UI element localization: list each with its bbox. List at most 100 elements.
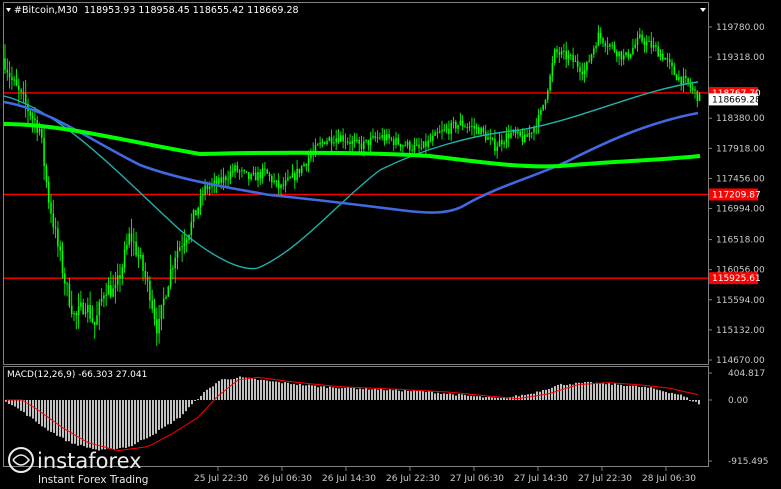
candle-body	[406, 141, 409, 146]
candle-body	[275, 180, 278, 182]
macd-histogram-bar	[101, 399, 103, 450]
level-price-label: 115925.61	[712, 274, 761, 284]
candle-body	[344, 141, 347, 143]
candle-body	[441, 130, 443, 132]
candle-body	[245, 171, 248, 173]
macd-histogram-bar	[596, 382, 598, 400]
candle-body	[510, 132, 512, 138]
candle-body	[351, 140, 354, 144]
macd-histogram-bar	[398, 390, 400, 400]
macd-histogram-bar	[620, 384, 622, 400]
candle-body	[563, 50, 565, 52]
candle-body	[160, 305, 163, 319]
macd-histogram-bar	[425, 392, 427, 400]
candle-body	[425, 141, 427, 147]
macd-histogram-bar	[377, 389, 379, 400]
macd-histogram-bar	[563, 384, 565, 400]
macd-histogram-bar	[53, 399, 55, 433]
candle-body	[418, 144, 420, 148]
macd-histogram-bar	[362, 389, 364, 400]
macd-tick-label: 0.00	[728, 396, 748, 406]
candle-body	[179, 247, 181, 251]
candle-body	[404, 145, 406, 147]
candle-body	[70, 305, 73, 315]
candle-body	[225, 176, 227, 181]
candle-body	[333, 142, 335, 144]
macd-histogram-bar	[281, 383, 283, 400]
candle-body	[87, 304, 89, 313]
candle-body	[176, 250, 179, 258]
symbol-label: #Bitcoin,M30	[14, 5, 78, 16]
macd-histogram-bar	[605, 384, 607, 400]
candle-body	[668, 59, 671, 63]
time-tick-label: 26 Jul 22:30	[386, 474, 440, 484]
candle-body	[243, 170, 245, 172]
candle-body	[346, 141, 349, 143]
macd-histogram-bar	[158, 399, 160, 430]
macd-histogram-bar	[482, 397, 484, 400]
candle-body	[24, 93, 27, 104]
candle-body	[593, 48, 595, 55]
trading-chart[interactable]: #Bitcoin,M30 118953.93 118958.45 118655.…	[0, 0, 781, 489]
candle-body	[259, 172, 262, 179]
price-tick-label: 117918.00	[716, 144, 765, 154]
candle-body	[206, 185, 209, 190]
macd-histogram-bar	[488, 396, 490, 400]
macd-histogram-bar	[371, 389, 373, 400]
macd-histogram-bar	[446, 393, 448, 400]
macd-histogram-bar	[131, 399, 133, 447]
candle-body	[367, 139, 370, 146]
price-tick-label: 118380.00	[716, 114, 765, 124]
macd-histogram-bar	[407, 390, 409, 400]
candle-body	[420, 147, 423, 149]
candle-body	[434, 132, 436, 136]
macd-histogram-bar	[515, 395, 517, 400]
macd-histogram-bar	[380, 388, 382, 400]
macd-histogram-bar	[614, 383, 616, 400]
macd-histogram-bar	[695, 399, 697, 402]
dropdown-triangle-icon[interactable]	[6, 8, 11, 12]
candle-body	[365, 139, 367, 142]
macd-histogram-bar	[479, 396, 481, 400]
macd-histogram-bar	[143, 399, 145, 440]
candle-body	[319, 142, 321, 145]
candle-body	[261, 168, 264, 179]
candle-body	[294, 173, 296, 181]
macd-histogram-bar	[383, 390, 385, 400]
candle-body	[590, 54, 593, 62]
candle-body	[397, 137, 400, 145]
current-price-label: 118669.28	[712, 95, 761, 105]
macd-histogram-bar	[314, 385, 316, 400]
candle-body	[471, 126, 473, 128]
macd-histogram-bar	[110, 399, 112, 449]
macd-histogram-bar	[557, 384, 559, 400]
macd-axis: 404.817 0.00 -915.495	[708, 369, 768, 467]
candle-body	[220, 177, 222, 183]
candle-body	[222, 176, 225, 183]
candle-body	[432, 135, 434, 141]
macd-histogram-bar	[497, 397, 499, 400]
candle-body	[519, 131, 521, 136]
macd-histogram-bar	[17, 399, 19, 409]
macd-histogram-bar	[62, 399, 64, 438]
candle-body	[648, 40, 650, 42]
macd-histogram-bar	[299, 383, 301, 400]
candle-body	[284, 179, 287, 186]
scroll-arrow-icon[interactable]	[700, 8, 706, 12]
macd-histogram-bar	[374, 388, 376, 400]
candle-body	[323, 142, 326, 145]
candle-body	[133, 241, 135, 243]
candle-body	[556, 49, 558, 53]
macd-histogram-bar	[320, 386, 322, 400]
macd-histogram-bar	[593, 383, 595, 400]
candle-body	[105, 294, 107, 296]
candle-body	[165, 296, 167, 299]
macd-histogram-bar	[11, 399, 13, 406]
candle-body	[524, 134, 526, 142]
instaforex-logo: instaforex Instant Forex Trading	[8, 447, 148, 486]
candle-body	[595, 45, 597, 49]
candle-body	[254, 172, 257, 181]
candle-body	[503, 142, 505, 145]
candle-body	[381, 135, 383, 138]
candle-body	[266, 169, 268, 174]
